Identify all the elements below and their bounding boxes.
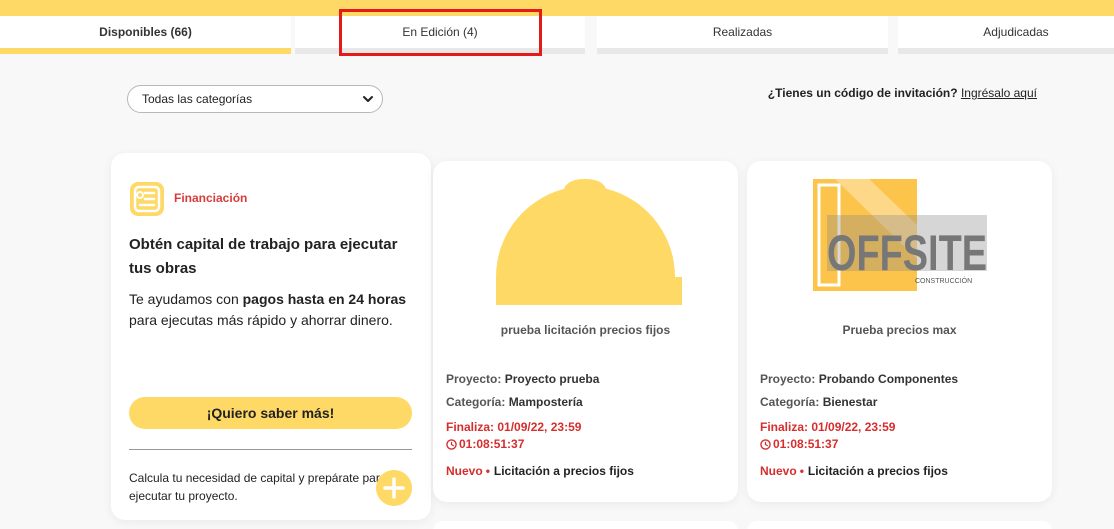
invite-code-prompt: ¿Tienes un código de invitación? Ingrésa…: [768, 86, 1037, 100]
offsite-logo-text: OFFSITE: [827, 225, 987, 281]
deadline-date: Finaliza: 01/09/22, 23:59: [446, 420, 582, 434]
countdown-value: 01:08:51:37: [459, 437, 525, 451]
offsite-logo-subtext: CONSTRUCCIÓN: [915, 276, 972, 285]
category-field: Categoría: Mampostería: [446, 395, 583, 409]
project-name: Prueba precios max: [842, 323, 957, 337]
invite-question: ¿Tienes un código de invitación?: [767, 86, 958, 100]
category-select-value: Todas las categorías: [142, 92, 253, 106]
project-field: Proyecto: Proyecto prueba: [446, 372, 600, 386]
project-badges: Nuevo • Licitación a precios fijos: [760, 464, 948, 478]
financing-tag: Financiación: [174, 191, 248, 205]
deadline-date: Finaliza: 01/09/22, 23:59: [760, 420, 896, 434]
category-select[interactable]: Todas las categorías: [127, 85, 383, 113]
tab-realizadas[interactable]: Realizadas: [597, 16, 888, 54]
financing-calc-text: Calcula tu necesidad de capital y prepár…: [129, 471, 387, 503]
tender-type: Licitación a precios fijos: [807, 464, 948, 478]
clock-icon: [446, 439, 457, 450]
tender-type: Licitación a precios fijos: [493, 464, 634, 478]
divider: [129, 449, 412, 450]
project-card-peek: [433, 521, 738, 529]
financing-icon: [130, 182, 164, 216]
plus-icon[interactable]: [376, 470, 412, 506]
category-field: Categoría: Bienestar: [760, 395, 878, 409]
project-card-peek: [747, 521, 1052, 529]
chevron-down-icon: [363, 96, 373, 102]
tab-disponibles[interactable]: Disponibles (66): [0, 16, 291, 54]
project-card[interactable]: OFFSITE CONSTRUCCIÓN Prueba precios max …: [747, 161, 1052, 502]
project-badges: Nuevo • Licitación a precios fijos: [446, 464, 634, 478]
tab-en-edicion[interactable]: En Edición (4): [295, 16, 585, 54]
tab-adjudicadas[interactable]: Adjudicadas: [898, 16, 1114, 54]
project-name: prueba licitación precios fijos: [500, 323, 671, 337]
invite-link[interactable]: Ingrésalo aquí: [961, 86, 1037, 100]
project-card[interactable]: prueba licitación precios fijos Proyecto…: [433, 161, 738, 502]
financing-card: Financiación Obtén capital de trabajo pa…: [111, 153, 431, 520]
deadline: Finaliza: 01/09/22, 23:59 01:08:51:37: [446, 419, 581, 453]
top-accent-bar: [0, 0, 1114, 16]
tab-bar: Disponibles (66) En Edición (4) Realizad…: [0, 16, 1114, 54]
status-badge: Nuevo: [446, 464, 483, 478]
offsite-logo: OFFSITE CONSTRUCCIÓN: [813, 179, 987, 291]
countdown: 01:08:51:37: [760, 436, 895, 453]
countdown-value: 01:08:51:37: [773, 437, 839, 451]
project-field: Proyecto: Probando Componentes: [760, 372, 959, 386]
countdown: 01:08:51:37: [446, 436, 581, 453]
clock-icon: [760, 439, 771, 450]
financing-title: Obtén capital de trabajo para ejecutar t…: [129, 236, 398, 277]
status-badge: Nuevo: [760, 464, 797, 478]
deadline: Finaliza: 01/09/22, 23:59 01:08:51:37: [760, 419, 895, 453]
financing-description: Te ayudamos con pagos hasta en 24 horas …: [129, 291, 407, 328]
helmet-placeholder-image: [495, 179, 682, 305]
learn-more-button[interactable]: ¡Quiero saber más!: [129, 397, 412, 429]
